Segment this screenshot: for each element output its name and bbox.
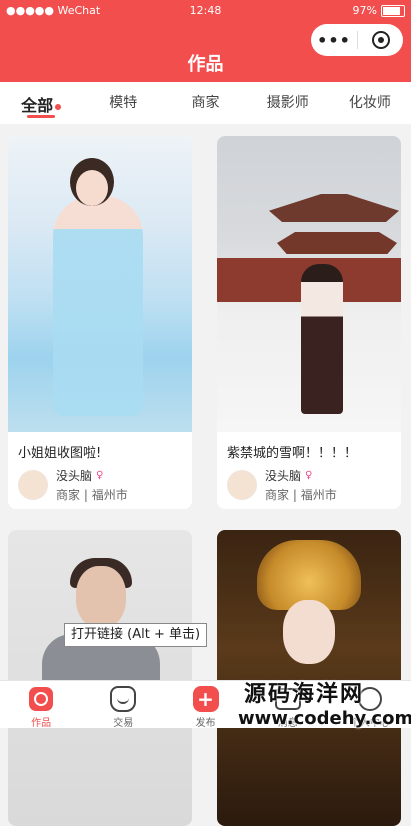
avatar [227, 470, 257, 500]
work-photo[interactable] [8, 530, 192, 826]
work-photo[interactable] [8, 136, 192, 432]
tab-label: 化妆师 [348, 95, 391, 111]
tab-all[interactable]: 全部 [0, 82, 82, 124]
author-city: 福州市 [300, 488, 337, 502]
work-caption: 小姐姐收图啦! [18, 446, 102, 461]
work-card[interactable]: 紫禁城的雪啊！！！！ 没头脑 ♀ 商家 | 福州市 [217, 136, 401, 509]
author-row[interactable]: 没头脑 ♀ 商家 | 福州市 [217, 467, 401, 509]
trade-icon [110, 686, 137, 712]
link-tooltip: 打开链接 (Alt + 单击) [64, 623, 208, 647]
more-menu-button[interactable]: ••• [311, 31, 357, 50]
female-icon: ♀ [96, 470, 104, 481]
close-miniprogram-button[interactable] [358, 31, 403, 49]
tabbar-item-works[interactable]: 作品 [0, 681, 82, 729]
work-card[interactable]: 小姐姐收图啦! 没头脑 ♀ 商家 | 福州市 [8, 136, 192, 509]
work-card[interactable] [8, 530, 192, 826]
author-role: 商家 [56, 488, 81, 502]
author-name: 没头脑 [56, 469, 93, 483]
tab-photographers[interactable]: 摄影师 [247, 82, 329, 124]
miniprogram-capsule: ••• [311, 24, 403, 56]
tab-label: 模特 [109, 95, 138, 111]
clock: 12:48 [189, 4, 222, 17]
title-bar: 作品 ••• [0, 22, 411, 82]
tab-merchants[interactable]: 商家 [164, 82, 246, 124]
status-bar: ●●●●● WeChat 12:48 97% [0, 0, 411, 22]
work-caption: 紫禁城的雪啊！！！！ [227, 446, 358, 461]
author-row[interactable]: 没头脑 ♀ 商家 | 福州市 [8, 467, 192, 509]
publish-icon: + [192, 686, 219, 712]
close-circle-icon [371, 31, 390, 49]
watermark-line2: www.codehy.com [238, 708, 411, 729]
tab-label: 商家 [191, 95, 220, 111]
battery-percent: 97% [352, 4, 377, 17]
author-role: 商家 [265, 488, 290, 502]
category-tabs: 全部 模特 商家 摄影师 化妆师 [0, 82, 411, 124]
tab-label: 摄影师 [266, 95, 309, 111]
active-dot-icon [55, 103, 62, 110]
author-name: 没头脑 [265, 469, 302, 483]
tabbar-item-trade[interactable]: 交易 [82, 681, 164, 729]
tab-models[interactable]: 模特 [82, 82, 164, 124]
battery-indicator: 97% [353, 4, 405, 17]
female-icon: ♀ [305, 470, 313, 481]
tab-makeup-artists[interactable]: 化妆师 [329, 82, 411, 124]
watermark: 源码海洋网 www.codehy.com [238, 676, 411, 729]
active-tab-underline [27, 115, 55, 118]
works-icon [29, 687, 54, 711]
work-photo[interactable] [217, 136, 401, 432]
author-city: 福州市 [91, 488, 128, 502]
tabbar-item-publish[interactable]: + 发布 [164, 681, 246, 729]
avatar [18, 470, 48, 500]
tab-label: 全部 [21, 96, 54, 115]
watermark-line1: 源码海洋网 [244, 682, 365, 707]
battery-icon [381, 4, 405, 17]
